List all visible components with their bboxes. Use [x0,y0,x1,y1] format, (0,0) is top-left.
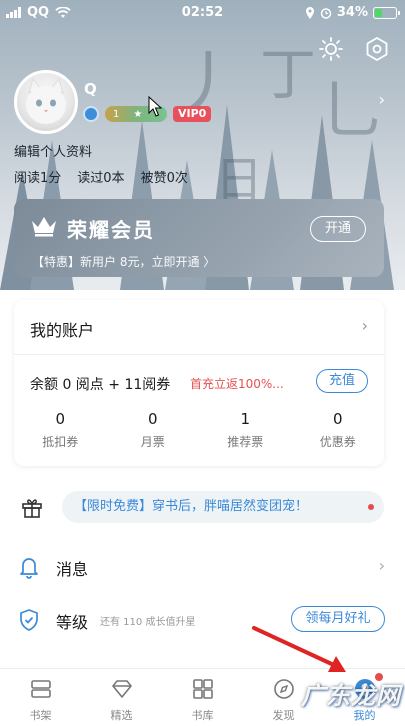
stat-likes[interactable]: 被赞0次 [141,167,188,186]
level-hint: 还有 110 成长值升星 [100,617,196,628]
account-stats: 0 抵扣券 0 月票 1 推荐票 0 优惠券 [14,410,384,450]
notification-dot [368,504,374,510]
location-icon [305,6,314,19]
theme-sun-icon[interactable] [318,36,344,62]
nav-library[interactable]: 书库 [162,669,243,726]
watermark-logo: 广东龙网 [301,682,401,710]
promo-text: 穿书后，胖喵居然变团宠！ [152,499,309,514]
edit-profile-link[interactable]: 编辑个人资料 [14,141,92,160]
medal-badge-icon[interactable] [83,106,99,122]
shield-icon [20,609,38,631]
profile-chevron-icon[interactable]: › [379,90,385,109]
crown-icon [32,217,56,237]
bookshelf-icon [30,680,51,698]
stat-books-read[interactable]: 读过0本 [77,167,124,186]
red-arrow-annotation [252,626,346,672]
promo-tag: 【限时免费】 [74,499,153,514]
grid-icon [192,679,213,699]
divider [14,354,384,355]
membership-title: 荣耀会员 [67,218,155,242]
settings-icon[interactable] [364,36,390,62]
messages-row[interactable]: 消息 › [0,543,405,591]
star-icon: ★ [133,108,143,120]
nav-bookshelf[interactable]: 书架 [0,669,81,726]
account-chevron-icon[interactable]: › [362,316,368,335]
membership-card[interactable]: 荣耀会员 【特惠】新用户 8元，立即开通 〉 开通 [14,199,384,277]
alarm-icon [320,7,332,19]
nav-featured[interactable]: 精选 [81,669,162,726]
balance-text: 余额 0 阅点 + 11阅券 [30,377,171,393]
stat-reading-points[interactable]: 阅读1分 [14,167,61,186]
battery-percent: 34% [336,5,368,20]
account-title[interactable]: 我的账户 [30,317,94,341]
stat-deduction-coupons[interactable]: 0 抵扣券 [14,410,107,450]
mouse-cursor-icon [148,96,162,117]
avatar[interactable] [14,70,78,134]
username: Q [84,80,97,98]
recharge-tip[interactable]: 首充立返100%... [190,375,284,392]
gift-icon[interactable] [20,495,44,519]
messages-label: 消息 [56,560,89,579]
battery-icon [373,6,400,19]
vip-badge[interactable]: VIP0 [173,106,212,122]
chevron-right-icon: › [378,556,385,575]
status-bar: QQ 02:52 34% [0,0,405,26]
profile-stats: 阅读1分 读过0本 被赞0次 [14,167,188,186]
bell-icon [20,558,38,579]
compass-icon [273,679,294,699]
free-promo-banner[interactable]: 【限时免费】穿书后，胖喵居然变团宠！ [62,491,384,523]
diamond-icon [111,680,132,698]
open-membership-button[interactable]: 开通 [310,216,366,242]
stat-recommend-tickets[interactable]: 1 推荐票 [199,410,292,450]
stat-coupons[interactable]: 0 优惠券 [292,410,385,450]
membership-promo[interactable]: 【特惠】新用户 8元，立即开通 〉 [32,253,215,270]
level-label: 等级 [56,613,89,632]
account-card: 我的账户 › 余额 0 阅点 + 11阅券 首充立返100%... 充值 0 抵… [14,300,384,466]
recharge-button[interactable]: 充值 [316,369,368,393]
stat-monthly-tickets[interactable]: 0 月票 [107,410,200,450]
